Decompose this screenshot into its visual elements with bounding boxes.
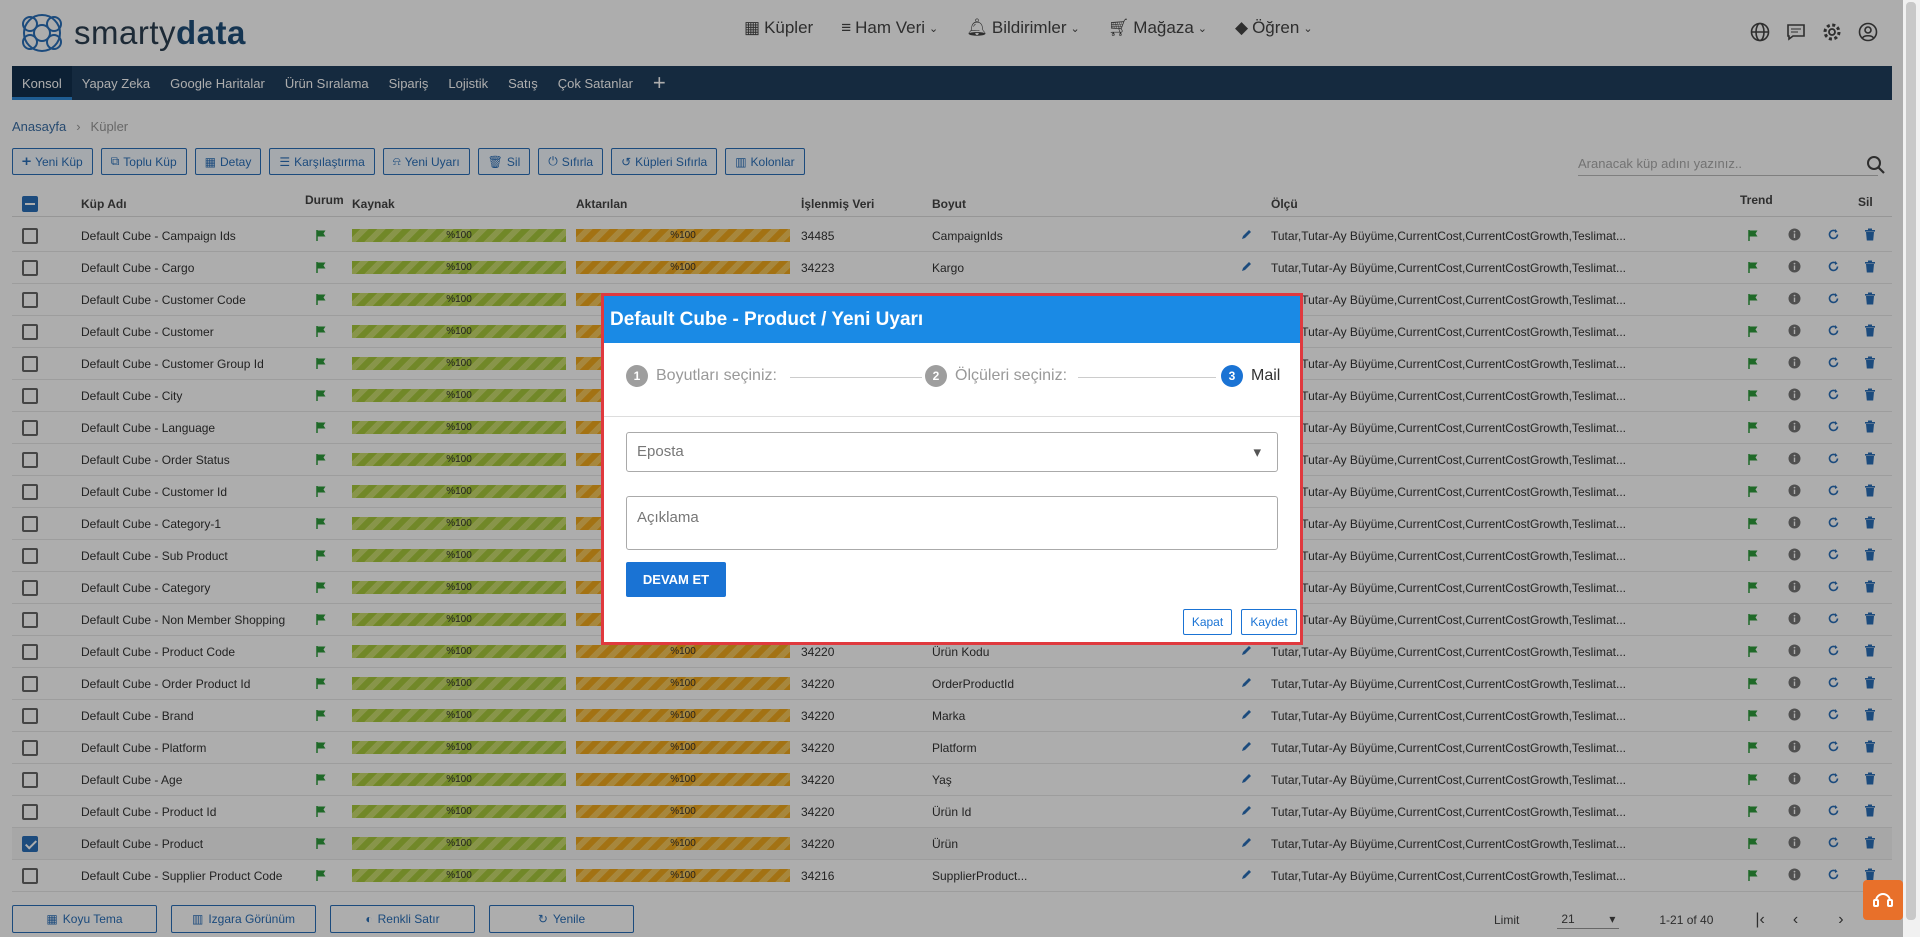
step-number: 3 [1221,365,1243,387]
stepper: 1 Boyutları seçiniz: 2 Ölçüleri seçiniz:… [604,343,1300,417]
save-button[interactable]: Kaydet [1241,609,1297,635]
chat-support-icon[interactable] [1863,880,1903,920]
email-placeholder: Eposta [637,443,684,460]
step-dimensions[interactable]: 1 Boyutları seçiniz: [626,365,777,387]
step-mail[interactable]: 3 Mail [1221,365,1280,387]
step-number: 1 [626,365,648,387]
step-measures[interactable]: 2 Ölçüleri seçiniz: [925,365,1067,387]
step-label: Ölçüleri seçiniz: [955,367,1068,384]
step-label: Mail [1251,367,1281,384]
dialog-title: Default Cube - Product / Yeni Uyarı [604,296,1300,343]
email-select[interactable]: Eposta ▾ [626,432,1278,472]
close-button[interactable]: Kapat [1183,609,1232,635]
step-label: Boyutları seçiniz: [656,367,777,384]
description-textarea[interactable]: Açıklama [626,496,1278,550]
step-connector [790,377,922,378]
scrollbar-thumb[interactable] [1906,2,1916,920]
continue-button[interactable]: DEVAM ET [626,562,726,597]
dropdown-arrow-icon: ▾ [1253,444,1261,461]
app-root: smartydata ▦ Küpler ≡ Ham Veri ⌄ 🔔︎ Bildirim… [0,0,1920,937]
step-connector [1078,377,1216,378]
new-alert-dialog: Default Cube - Product / Yeni Uyarı 1 Bo… [601,293,1303,645]
step-number: 2 [925,365,947,387]
